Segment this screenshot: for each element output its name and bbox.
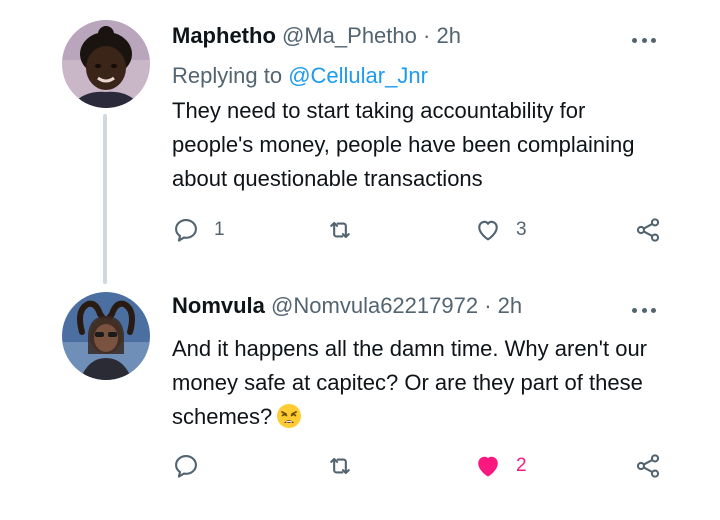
- retweet-icon: [330, 457, 350, 475]
- share-icon: [636, 454, 660, 478]
- avatar[interactable]: [62, 292, 150, 380]
- reply-count: 1: [214, 219, 225, 240]
- author-handle[interactable]: @Ma_Phetho: [282, 23, 417, 48]
- more-options-icon[interactable]: [632, 36, 656, 44]
- retweet-button[interactable]: [326, 448, 368, 484]
- tweet-text: And it happens all the damn time. Why ar…: [172, 336, 648, 429]
- tweet-header: Nomvula @Nomvula62217972 · 2h: [172, 292, 522, 320]
- tweet[interactable]: Nomvula @Nomvula62217972 · 2h And it hap…: [0, 270, 720, 520]
- weary-face-emoji-icon: [277, 404, 302, 428]
- mention-link[interactable]: @Cellular_Jnr: [288, 63, 428, 88]
- reply-button[interactable]: 1: [172, 212, 225, 248]
- share-button[interactable]: [634, 448, 662, 484]
- separator: ·: [423, 23, 431, 48]
- author-name[interactable]: Maphetho: [172, 23, 276, 48]
- avatar[interactable]: [62, 20, 150, 108]
- replying-prefix: Replying to: [172, 63, 283, 88]
- tweet-text-container: And it happens all the damn time. Why ar…: [172, 332, 672, 434]
- reply-icon: [175, 455, 197, 478]
- like-button[interactable]: 3: [474, 212, 527, 248]
- tweet-header: Maphetho @Ma_Phetho · 2h: [172, 22, 461, 50]
- like-count: 2: [516, 455, 527, 476]
- replying-to: Replying to @Cellular_Jnr: [172, 62, 428, 90]
- like-button[interactable]: 2: [474, 448, 527, 484]
- tweet-text: They need to start taking accountability…: [172, 98, 635, 191]
- heart-filled-icon: [478, 456, 498, 477]
- author-handle[interactable]: @Nomvula62217972: [271, 293, 478, 318]
- tweet-actions: 1 3: [172, 212, 672, 248]
- share-button[interactable]: [634, 212, 662, 248]
- tweet[interactable]: Maphetho @Ma_Phetho · 2h Replying to @Ce…: [0, 0, 720, 284]
- retweet-icon: [330, 221, 350, 239]
- thread-line: [103, 114, 107, 284]
- author-name[interactable]: Nomvula: [172, 293, 265, 318]
- reply-icon: [175, 219, 197, 242]
- heart-outline-icon: [478, 220, 498, 241]
- tweet-actions: 2: [172, 448, 672, 484]
- avatar-photo: [62, 20, 150, 108]
- share-icon: [636, 218, 660, 242]
- avatar-photo: [62, 292, 150, 380]
- retweet-button[interactable]: [326, 212, 368, 248]
- more-options-icon[interactable]: [632, 306, 656, 314]
- separator: ·: [484, 293, 492, 318]
- timestamp[interactable]: 2h: [436, 23, 460, 48]
- like-count: 3: [516, 219, 527, 240]
- reply-button[interactable]: [172, 448, 214, 484]
- timestamp[interactable]: 2h: [498, 293, 522, 318]
